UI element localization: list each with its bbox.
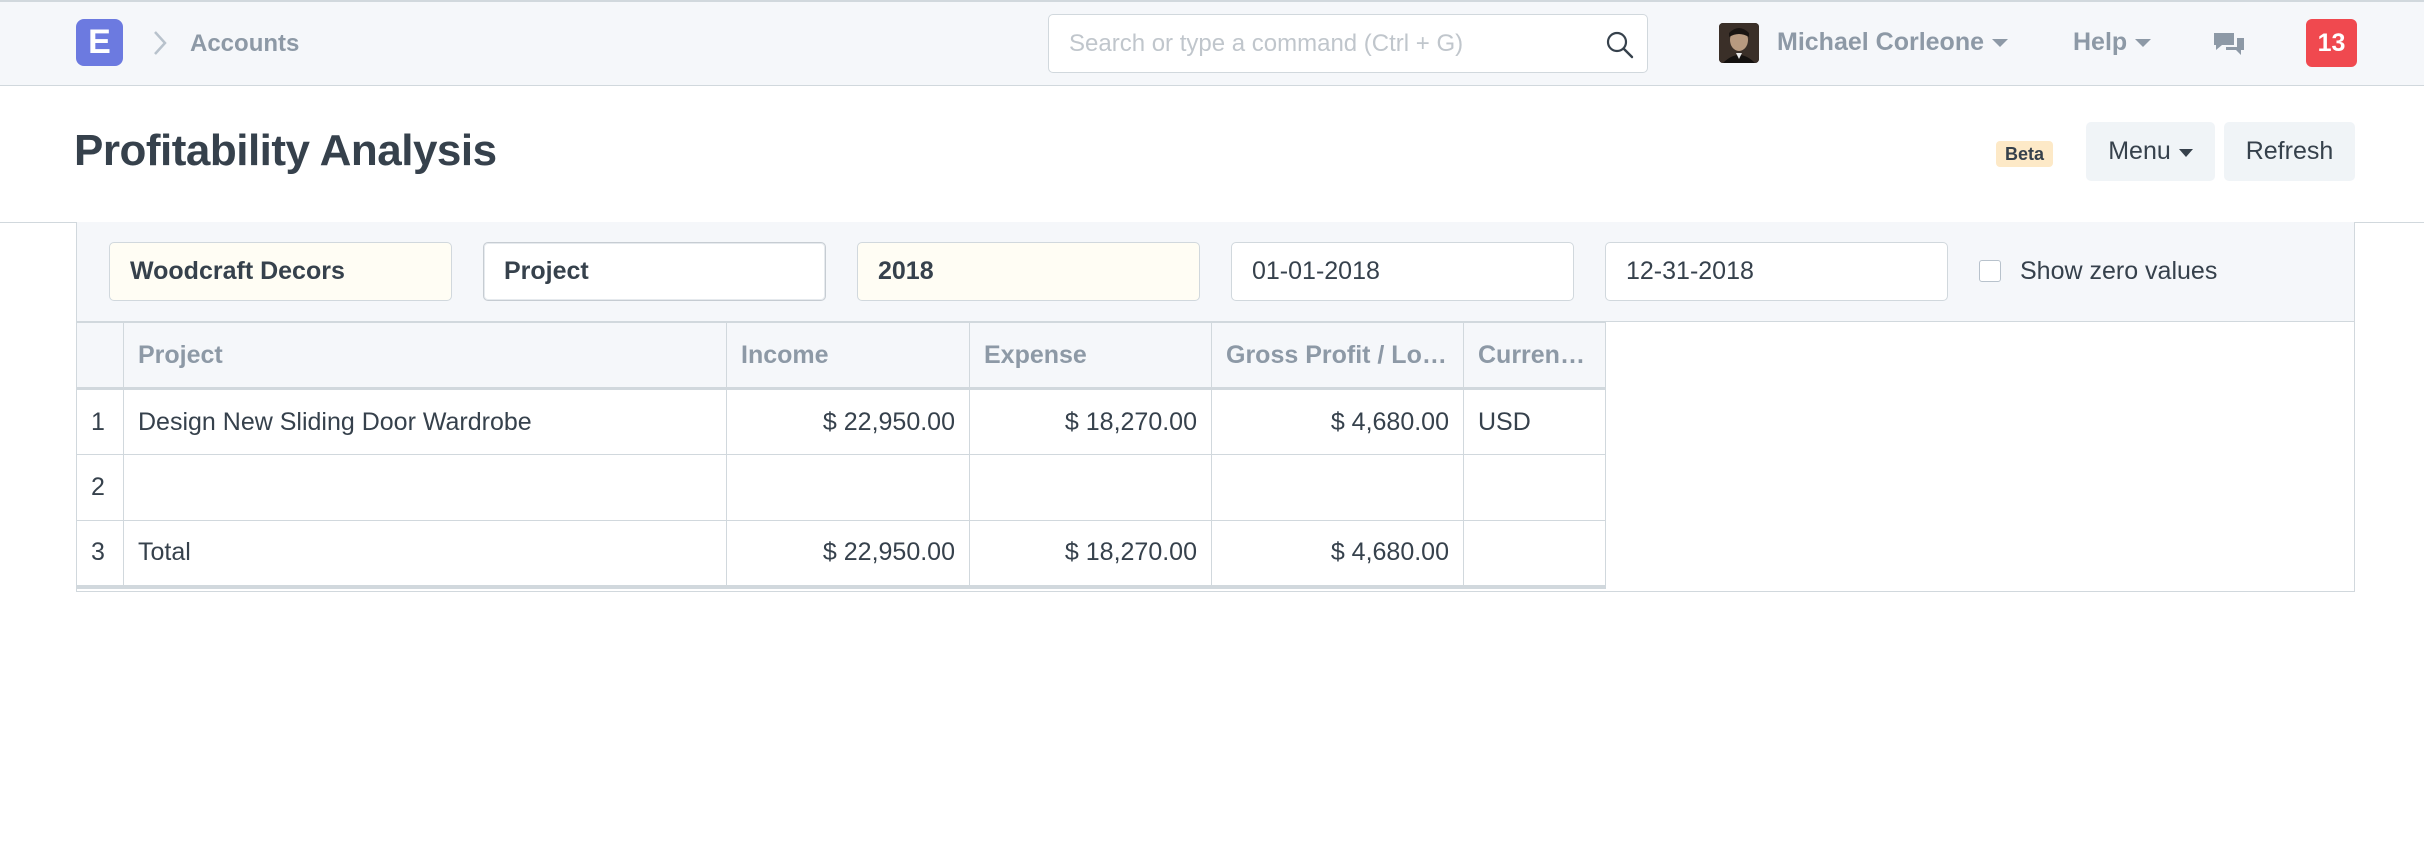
column-header-project[interactable]: Project	[123, 322, 727, 390]
caret-down-icon	[1992, 38, 2008, 47]
show-zero-values-checkbox[interactable]	[1979, 260, 2001, 282]
row-index-header	[76, 322, 124, 390]
chat-icon[interactable]	[2212, 29, 2246, 59]
cell-expense[interactable]: $ 18,270.00	[969, 520, 1212, 589]
user-name: Michael Corleone	[1777, 28, 1984, 56]
help-menu[interactable]: Help	[2073, 28, 2152, 57]
page-title: Profitability Analysis	[74, 126, 497, 175]
report-table: Project Income Expense Gross Profit / Lo…	[76, 322, 1606, 589]
column-header-currency[interactable]: Curren…	[1463, 322, 1606, 390]
cell-income[interactable]	[726, 454, 970, 521]
navbar: E Accounts Michael Corleone Help 13	[0, 0, 2424, 86]
cell-income[interactable]: $ 22,950.00	[726, 520, 970, 589]
cell-currency[interactable]: USD	[1463, 388, 1606, 455]
column-header-income[interactable]: Income	[726, 322, 970, 390]
cell-gross-profit[interactable]: $ 4,680.00	[1211, 520, 1464, 589]
app-logo[interactable]: E	[76, 19, 123, 66]
to-date-field[interactable]	[1605, 242, 1948, 301]
caret-down-icon	[2178, 149, 2193, 157]
search-input[interactable]	[1049, 15, 1647, 72]
page-head: Profitability Analysis Beta Menu Refresh	[0, 86, 2424, 223]
avatar-image	[1719, 23, 1759, 63]
breadcrumb-accounts[interactable]: Accounts	[190, 30, 299, 58]
row-index: 1	[76, 388, 124, 455]
cell-currency[interactable]	[1463, 454, 1606, 521]
notification-badge[interactable]: 13	[2306, 19, 2357, 67]
help-label: Help	[2073, 28, 2128, 56]
cell-currency[interactable]	[1463, 520, 1606, 589]
beta-badge: Beta	[1996, 141, 2054, 167]
cell-income[interactable]: $ 22,950.00	[726, 388, 970, 455]
filter-bar: Show zero values	[77, 222, 2354, 322]
search-box	[1048, 14, 1648, 73]
refresh-button[interactable]: Refresh	[2224, 122, 2355, 181]
fiscal-year-field[interactable]	[857, 242, 1200, 301]
report-area: Show zero values Project Income Expense …	[76, 222, 2355, 592]
search-icon[interactable]	[1605, 30, 1635, 60]
table-row[interactable]: 3 Total $ 22,950.00 $ 18,270.00 $ 4,680.…	[76, 520, 1606, 589]
cell-expense[interactable]: $ 18,270.00	[969, 388, 1212, 455]
menu-button[interactable]: Menu	[2086, 122, 2215, 181]
company-field[interactable]	[109, 242, 452, 301]
caret-down-icon	[2135, 38, 2152, 47]
avatar[interactable]	[1719, 23, 1759, 63]
cell-gross-profit[interactable]	[1211, 454, 1464, 521]
cell-expense[interactable]	[969, 454, 1212, 521]
cell-project[interactable]	[123, 454, 727, 521]
table-row[interactable]: 1 Design New Sliding Door Wardrobe $ 22,…	[76, 388, 1606, 455]
menu-label: Menu	[2108, 137, 2171, 165]
user-menu[interactable]: Michael Corleone	[1777, 28, 2008, 57]
column-header-gross-profit[interactable]: Gross Profit / Lo…	[1211, 322, 1464, 390]
cell-project[interactable]: Design New Sliding Door Wardrobe	[123, 388, 727, 455]
row-index: 3	[76, 520, 124, 589]
column-header-expense[interactable]: Expense	[969, 322, 1212, 390]
cell-project[interactable]: Total	[123, 520, 727, 589]
row-index: 2	[76, 454, 124, 521]
chevron-right-icon	[154, 31, 167, 55]
table-row[interactable]: 2	[76, 454, 1606, 521]
based-on-field[interactable]	[483, 242, 826, 301]
show-zero-values-label[interactable]: Show zero values	[2020, 257, 2217, 286]
cell-gross-profit[interactable]: $ 4,680.00	[1211, 388, 1464, 455]
table-header-row: Project Income Expense Gross Profit / Lo…	[76, 322, 1606, 390]
from-date-field[interactable]	[1231, 242, 1574, 301]
